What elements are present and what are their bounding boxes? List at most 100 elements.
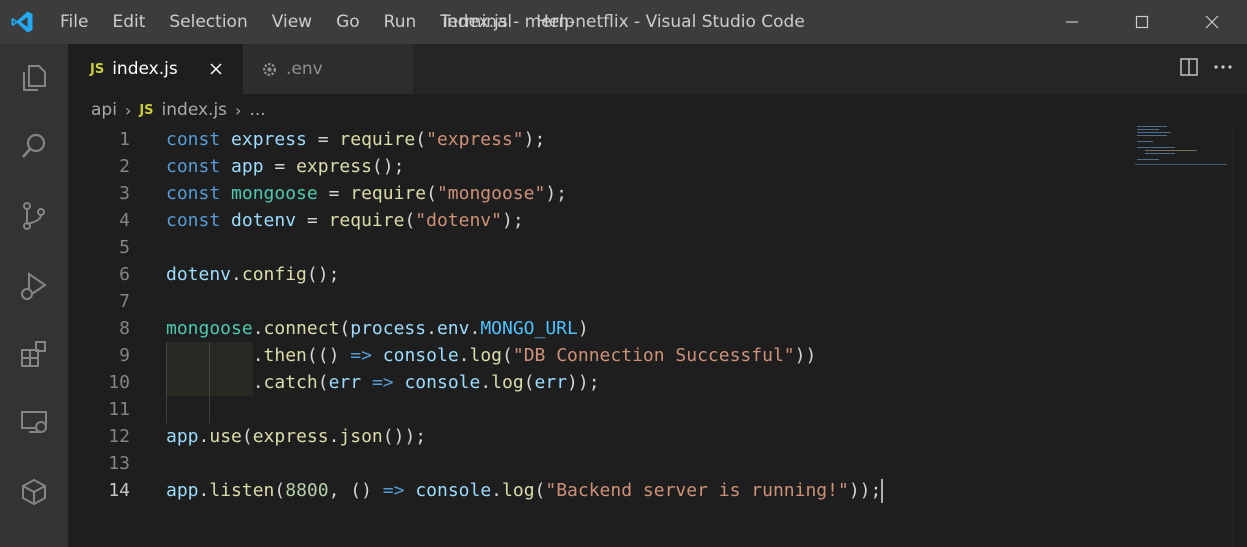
code-token: . [328,426,340,447]
minimap-line [1137,129,1159,130]
code-token: "Backend server is running!" [545,480,849,501]
maximize-icon [1135,15,1149,29]
minimap[interactable] [1135,126,1227,186]
minimize-button[interactable] [1037,0,1107,44]
code-token: dotenv [231,210,297,231]
code-token: console [382,345,459,366]
code-editor[interactable]: 1 const express = require("express"); 2 con… [68,126,1247,547]
menu-selection[interactable]: Selection [157,0,259,44]
menu-help[interactable]: Help [524,0,587,44]
more-actions-icon[interactable] [1213,57,1233,81]
menu-view[interactable]: View [260,0,324,44]
code-token: )) [794,345,817,366]
code-token: = [296,210,329,231]
code-token: = [263,156,297,177]
tab-env[interactable]: .env [243,44,413,94]
run-debug-icon[interactable] [12,264,56,308]
code-token: , () [328,480,383,501]
minimap-line [1137,141,1153,142]
source-control-icon[interactable] [12,194,56,238]
line-number: 14 [108,480,130,501]
code-text[interactable]: const dotenv = require("dotenv"); [166,207,524,234]
minimap-line [1135,164,1227,165]
code-token: "dotenv" [415,210,502,231]
menu-go[interactable]: Go [324,0,372,44]
gear-icon [261,61,278,78]
code-token: ( [241,426,253,447]
code-token: ( [415,129,427,150]
menu-terminal[interactable]: Terminal [428,0,524,44]
split-editor-icon[interactable] [1179,57,1199,81]
line-number: 11 [108,399,130,420]
maximize-button[interactable] [1107,0,1177,44]
breadcrumb-file[interactable]: index.js [162,100,228,120]
code-text[interactable]: const app = express(); [166,153,404,180]
docker-icon[interactable] [12,470,56,514]
code-token: const [166,156,221,177]
minimize-icon [1066,21,1078,23]
code-token: "express" [426,129,524,150]
code-token: ( [404,210,416,231]
code-token: ( [534,480,546,501]
code-token: json [339,426,383,447]
code-token: = [306,129,340,150]
js-file-icon: JS [90,61,105,77]
line-number: 1 [119,129,130,150]
breadcrumb-more[interactable]: ... [249,100,265,120]
code-token: app [166,480,199,501]
code-token: const [166,183,221,204]
vertical-scrollbar[interactable] [1233,126,1247,547]
minimap-line [1137,126,1167,127]
menu-file[interactable]: File [44,0,100,44]
title-bar: File Edit Selection View Go Run Terminal… [0,0,1247,44]
menu-run[interactable]: Run [372,0,429,44]
code-token: app [166,426,199,447]
chevron-right-icon: › [235,100,242,120]
code-text[interactable]: .then(() => console.log("DB Connection S… [166,342,817,369]
remote-explorer-icon[interactable] [12,400,56,444]
code-text[interactable]: app.use(express.json()); [166,423,426,450]
minimap-line [1145,153,1175,154]
line-number: 3 [119,183,130,204]
code-text[interactable]: const mongoose = require("mongoose"); [166,180,567,207]
line-number: 7 [119,291,130,312]
breadcrumb-folder[interactable]: api [91,100,117,120]
code-token: express [231,129,307,150]
search-icon[interactable] [12,124,56,168]
code-token: . [469,318,481,339]
tab-index-js[interactable]: JS index.js [68,44,243,94]
code-text[interactable]: app.listen(8800, () => console.log("Back… [166,477,884,504]
code-token: (); [371,156,405,177]
explorer-icon[interactable] [12,56,56,100]
code-token: . [252,318,264,339]
line-number: 9 [119,345,130,366]
line-number: 5 [119,237,130,258]
code-text[interactable]: dotenv.config(); [166,261,339,288]
code-token: console [404,372,481,393]
code-token: connect [263,318,340,339]
vscode-logo-icon[interactable] [0,0,44,44]
code-text[interactable]: .catch(err => console.log(err)); [166,369,600,396]
tab-close-button[interactable] [205,58,227,80]
close-window-button[interactable] [1177,0,1247,44]
breadcrumb: api › JS index.js › ... [68,94,1247,126]
code-token: log [491,372,524,393]
code-text[interactable]: mongoose.connect(process.env.MONGO_URL) [166,315,589,342]
code-token: catch [263,372,318,393]
code-token: ); [501,210,524,231]
code-token: dotenv [166,264,232,285]
menu-edit[interactable]: Edit [100,0,157,44]
line-number: 6 [119,264,130,285]
code-token: use [209,426,242,447]
code-token: . [198,480,210,501]
line-number: 12 [108,426,130,447]
code-text[interactable]: const express = require("express"); [166,126,545,153]
code-token: const [166,129,221,150]
minimap-line [1137,135,1167,136]
extensions-icon[interactable] [12,332,56,376]
